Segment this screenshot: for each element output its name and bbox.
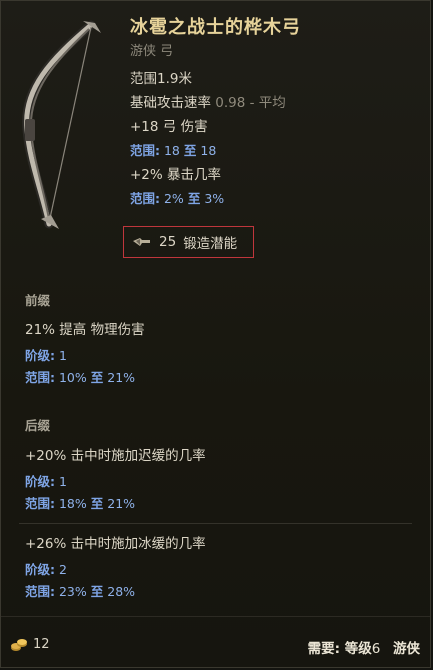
range-to: 至	[90, 584, 104, 599]
tier-label: 阶级:	[25, 562, 55, 577]
requirement: 需要: 等级6 游侠	[308, 637, 420, 657]
req-level: 6	[371, 641, 381, 657]
gold-coins-icon	[11, 638, 27, 651]
item-title: 冰雹之战士的桦木弓	[130, 17, 301, 38]
range-max: 28%	[107, 584, 136, 599]
forge-value: 25	[159, 234, 177, 250]
attack-speed-label: 基础攻击速率	[130, 95, 211, 111]
suffix-affix: +20% 击中时施加迟缓的几率 阶级: 1 范围: 18% 至 21%	[25, 445, 412, 515]
attack-speed-stat: 基础攻击速率 0.98 - 平均	[130, 91, 420, 115]
forge-hammer-icon	[133, 238, 150, 246]
item-header: 冰雹之战士的桦木弓 游侠 弓 范围1.9米 基础攻击速率 0.98 - 平均 +…	[130, 15, 420, 211]
req-label: 需要:	[307, 641, 340, 657]
affix-tier: 阶级: 2	[25, 559, 412, 581]
affix-range: 范围: 10% 至 21%	[25, 367, 412, 389]
damage-range: 范围: 18 至 18	[130, 139, 420, 163]
range-max: 3%	[204, 191, 225, 206]
prefix-header: 前缀	[25, 293, 51, 308]
range-to: 至	[183, 143, 197, 158]
tooltip-footer: 12 需要: 等级6 游侠	[1, 627, 430, 667]
range-max: 21%	[107, 370, 136, 385]
range-to: 至	[90, 496, 104, 511]
affix-tier: 阶级: 1	[25, 471, 412, 493]
range-min: 23%	[58, 584, 87, 599]
range-label: 范围:	[25, 370, 55, 385]
range-label: 范围:	[25, 496, 55, 511]
tier-value: 1	[58, 474, 67, 489]
item-tooltip: 冰雹之战士的桦木弓 游侠 弓 范围1.9米 基础攻击速率 0.98 - 平均 +…	[0, 0, 431, 668]
gold-value: 12	[10, 637, 50, 652]
range-max: 21%	[107, 496, 136, 511]
bow-icon	[22, 20, 101, 229]
range-stat: 范围1.9米	[130, 71, 192, 87]
range-max: 18	[200, 143, 217, 158]
req-level-label: 等级	[344, 641, 372, 657]
affix-name: +20% 击中时施加迟缓的几率	[25, 448, 206, 464]
req-class: 游侠	[393, 641, 420, 657]
suffix-affix: +26% 击中时施加冰缓的几率 阶级: 2 范围: 23% 至 28%	[25, 533, 412, 603]
range-to: 至	[187, 191, 201, 206]
damage-stat: +18 弓 伤害	[130, 119, 208, 135]
affix-range: 范围: 18% 至 21%	[25, 493, 412, 515]
forging-potential: 25 锻造潜能	[123, 226, 254, 258]
range-label: 范围:	[130, 143, 160, 158]
range-label: 范围:	[130, 191, 160, 206]
range-label: 范围:	[25, 584, 55, 599]
range-min: 10%	[58, 370, 87, 385]
range-min: 18%	[58, 496, 87, 511]
affix-name: +26% 击中时施加冰缓的几率	[25, 536, 206, 552]
attack-speed-value: 0.98 - 平均	[215, 95, 286, 111]
prefix-affix: 21% 提高 物理伤害 阶级: 1 范围: 10% 至 21%	[25, 319, 412, 389]
range-min: 18	[163, 143, 180, 158]
affix-name: 21% 提高 物理伤害	[25, 322, 145, 338]
tier-value: 1	[58, 348, 67, 363]
crit-stat: +2% 暴击几率	[130, 167, 222, 183]
tier-value: 2	[58, 562, 67, 577]
tier-label: 阶级:	[25, 474, 55, 489]
crit-range: 范围: 2% 至 3%	[130, 187, 420, 211]
range-min: 2%	[163, 191, 184, 206]
item-subtitle: 游侠 弓	[130, 44, 174, 59]
range-to: 至	[90, 370, 104, 385]
forge-label: 锻造潜能	[183, 236, 238, 252]
affix-range: 范围: 23% 至 28%	[25, 581, 412, 603]
affix-tier: 阶级: 1	[25, 345, 412, 367]
affix-divider	[19, 523, 412, 524]
tier-label: 阶级:	[25, 348, 55, 363]
footer-divider	[1, 616, 430, 617]
gold-amount: 12	[33, 637, 50, 652]
suffix-header: 后缀	[25, 418, 51, 433]
